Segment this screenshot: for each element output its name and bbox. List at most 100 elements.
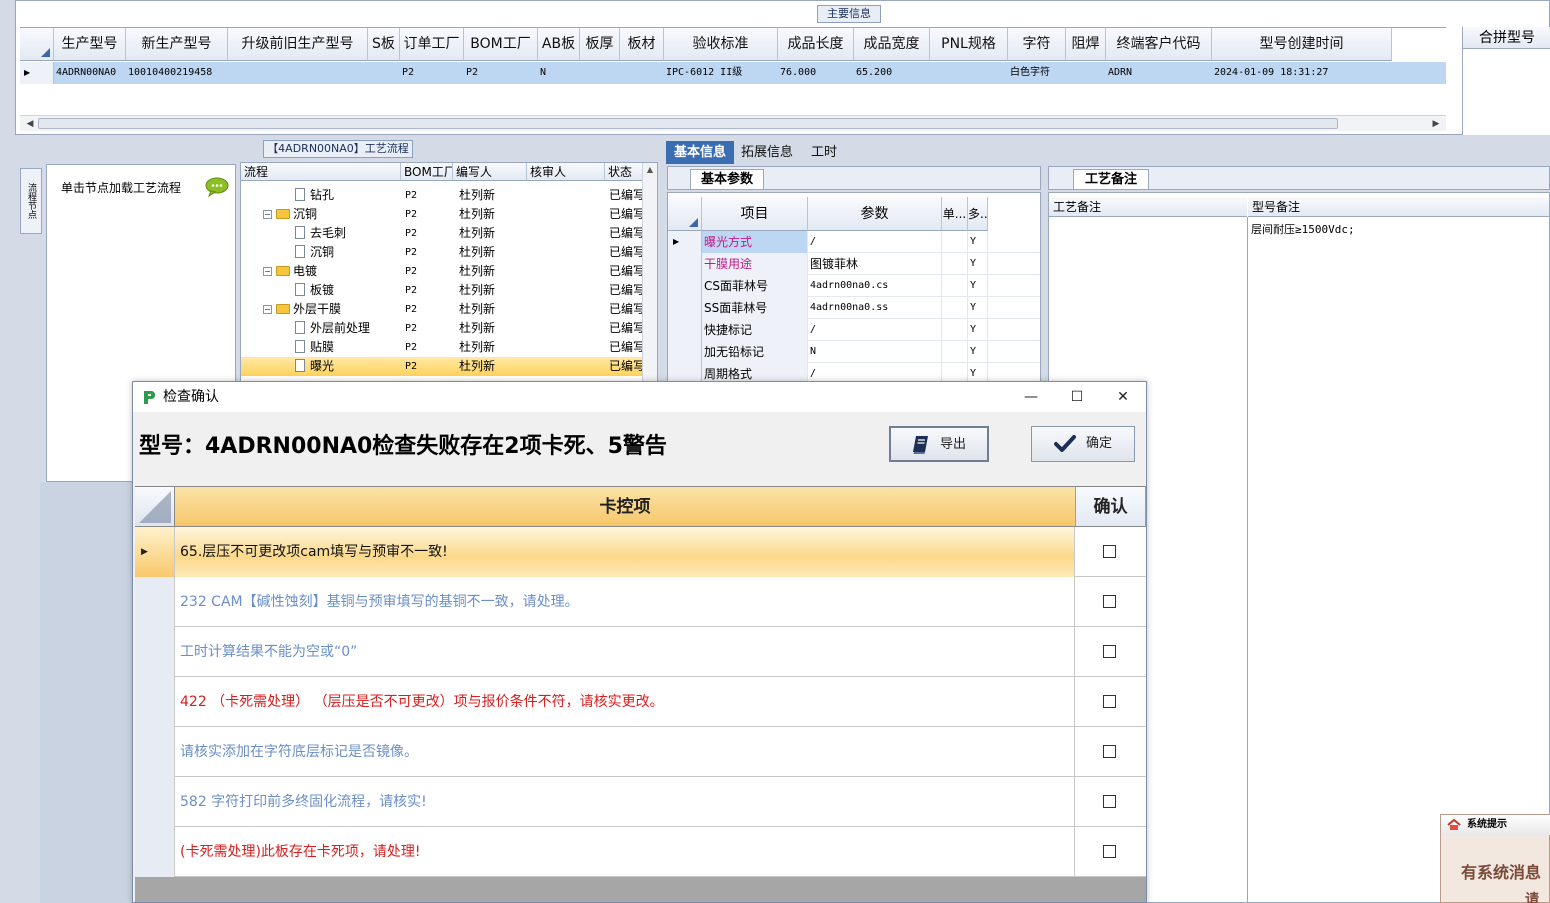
confirm-checkbox[interactable] (1103, 695, 1116, 708)
tab-basic-info[interactable]: 基本信息 (666, 141, 734, 164)
flow-tree-row[interactable]: 去毛刺 P2 杜列新 已编写 (241, 224, 643, 243)
param-multi-cell[interactable]: Y (968, 297, 988, 319)
check-item-row[interactable]: (卡死需处理)此板存在卡死项，请处理! (135, 827, 1146, 877)
param-row[interactable]: 周期格式 / Y (668, 363, 1040, 381)
param-multi-cell[interactable]: Y (968, 363, 988, 381)
param-unit-cell[interactable] (942, 319, 968, 341)
param-unit-cell[interactable] (942, 363, 968, 381)
row-header[interactable] (135, 727, 175, 777)
param-column-header[interactable]: 项目 (702, 197, 808, 231)
column-header[interactable]: 成品宽度 (854, 28, 930, 61)
flow-bom-cell[interactable]: P2 (405, 186, 465, 205)
flow-tree-row[interactable]: 贴膜 P2 杜列新 已编写 (241, 338, 643, 357)
flow-writer-cell[interactable]: 杜列新 (459, 224, 519, 243)
param-item-cell[interactable]: CS面菲林号 (702, 275, 808, 297)
column-header[interactable]: PNL规格 (930, 28, 1008, 61)
table-cell[interactable] (1066, 62, 1106, 84)
flow-tree-node[interactable]: − 沉铜 (263, 205, 317, 224)
param-unit-cell[interactable] (942, 253, 968, 275)
flow-tree-node[interactable]: − 外层干膜 (263, 300, 341, 319)
row-header[interactable] (135, 577, 175, 627)
model-remark-text[interactable]: 层间耐压≥1500Vdc; (1251, 221, 1355, 237)
flow-status-cell[interactable]: 已编写 (609, 300, 643, 319)
flow-column-header[interactable]: 编写人 (453, 163, 527, 181)
param-multi-cell[interactable]: Y (968, 275, 988, 297)
param-column-header[interactable]: 参数 (808, 197, 942, 231)
confirm-header[interactable]: 确认 (1076, 487, 1146, 527)
flow-reviewer-cell[interactable] (533, 224, 593, 243)
table-cell[interactable]: 白色字符 (1008, 62, 1066, 84)
table-cell[interactable] (930, 62, 1008, 84)
param-value-cell[interactable]: N (808, 341, 942, 363)
param-value-cell[interactable]: / (808, 231, 942, 253)
grid-corner[interactable] (668, 197, 702, 231)
flow-tree-node[interactable]: 外层前处理 (295, 319, 370, 338)
dialog-titlebar[interactable]: 检查确认 — ☐ ✕ (133, 382, 1146, 412)
tab-extended-info[interactable]: 拓展信息 (736, 141, 798, 164)
check-item-text[interactable]: 582 字符打印前多终固化流程，请核实! (175, 777, 1075, 827)
tab-basic-params[interactable]: 基本参数 (690, 169, 764, 189)
flow-tree-row[interactable]: 板镀 P2 杜列新 已编写 (241, 281, 643, 300)
param-row[interactable]: 加无铅标记 N Y (668, 341, 1040, 363)
flow-writer-cell[interactable]: 杜列新 (459, 205, 519, 224)
param-item-cell[interactable]: 快捷标记 (702, 319, 808, 341)
flow-status-cell[interactable]: 已编写 (609, 338, 643, 357)
flow-status-cell[interactable]: 已编写 (609, 357, 643, 376)
column-header[interactable]: BOM工厂 (464, 28, 538, 61)
flow-writer-cell[interactable]: 杜列新 (459, 262, 519, 281)
param-value-cell[interactable]: / (808, 319, 942, 341)
flow-writer-cell[interactable]: 杜列新 (459, 186, 519, 205)
column-header[interactable]: 阻焊 (1066, 28, 1106, 61)
collapse-icon[interactable]: − (263, 305, 272, 314)
param-value-cell[interactable]: 4adrn00na0.cs (808, 275, 942, 297)
param-unit-cell[interactable] (942, 297, 968, 319)
grid-corner[interactable] (20, 28, 54, 61)
flow-tree-node[interactable]: 板镀 (295, 281, 334, 300)
chat-bubble-icon[interactable] (205, 177, 229, 197)
row-indicator-icon[interactable]: ▶ (668, 231, 702, 253)
column-header[interactable]: 验收标准 (664, 28, 778, 61)
column-header[interactable]: 订单工厂 (400, 28, 464, 61)
param-item-cell[interactable]: 加无铅标记 (702, 341, 808, 363)
check-item-row[interactable]: ▶ 65.层压不可更改项cam填写与预审不一致! (135, 527, 1146, 577)
flow-column-header[interactable]: 状态 (605, 163, 643, 181)
flow-reviewer-cell[interactable] (533, 357, 593, 376)
check-item-text[interactable]: 工时计算结果不能为空或“0” (175, 627, 1075, 677)
confirm-checkbox[interactable] (1103, 545, 1116, 558)
column-header[interactable]: 终端客户代码 (1106, 28, 1212, 61)
flow-status-cell[interactable]: 已编写 (609, 319, 643, 338)
confirm-checkbox[interactable] (1103, 845, 1116, 858)
vertical-scrollbar[interactable]: ▲ (642, 163, 657, 381)
flow-column-header[interactable]: BOM工厂 (401, 163, 453, 181)
export-button[interactable]: 导出 (889, 426, 989, 462)
flow-status-cell[interactable]: 已编写 (609, 186, 643, 205)
param-multi-cell[interactable]: Y (968, 253, 988, 275)
column-header[interactable]: 板材 (620, 28, 664, 61)
confirm-checkbox[interactable] (1103, 645, 1116, 658)
column-divider[interactable] (1247, 217, 1248, 902)
flow-tree-node[interactable]: 曝光 (295, 357, 334, 376)
table-row[interactable]: ▶ 4ADRN00NA0 10010400219458 P2 P2 N IPC-6012 … (20, 62, 1446, 84)
grid-select-all[interactable] (135, 487, 175, 527)
flow-bom-cell[interactable]: P2 (405, 357, 465, 376)
minimize-icon[interactable]: — (1008, 382, 1054, 412)
flow-bom-cell[interactable]: P2 (405, 262, 465, 281)
column-header[interactable]: AB板 (538, 28, 580, 61)
param-unit-cell[interactable] (942, 231, 968, 253)
row-header[interactable] (668, 341, 702, 363)
flow-writer-cell[interactable]: 杜列新 (459, 300, 519, 319)
flow-tree-node[interactable]: 钻孔 (295, 186, 334, 205)
param-column-header[interactable]: 单... (942, 197, 968, 231)
column-header[interactable]: S板 (368, 28, 400, 61)
flow-tree-row[interactable]: − 外层干膜 P2 杜列新 已编写 (241, 300, 643, 319)
table-cell[interactable]: 10010400219458 (126, 62, 228, 84)
flow-tree-row[interactable]: − 沉铜 P2 杜列新 已编写 (241, 205, 643, 224)
flow-tree-node[interactable]: − 电镀 (263, 262, 317, 281)
confirm-checkbox[interactable] (1103, 795, 1116, 808)
column-header[interactable]: 新生产型号 (126, 28, 228, 61)
flow-bom-cell[interactable]: P2 (405, 205, 465, 224)
tab-process-remarks[interactable]: 工艺备注 (1073, 169, 1149, 189)
param-multi-cell[interactable]: Y (968, 231, 988, 253)
flow-bom-cell[interactable]: P2 (405, 319, 465, 338)
table-cell[interactable]: 2024-01-09 18:31:27 (1212, 62, 1392, 84)
